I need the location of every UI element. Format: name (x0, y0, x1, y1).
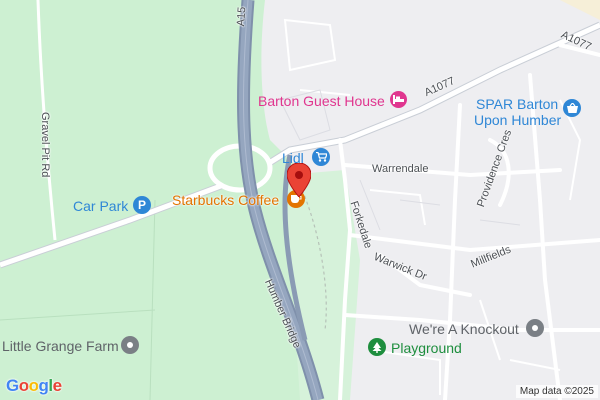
logo-letter: g (38, 376, 49, 395)
place-label-barton-guest-house[interactable]: Barton Guest House (258, 94, 385, 108)
road-label-a15: A15 (235, 6, 249, 27)
parking-icon[interactable]: P (133, 196, 151, 214)
shopping-basket-icon[interactable] (563, 99, 581, 117)
bed-icon[interactable] (390, 91, 407, 108)
place-label-spar-line2[interactable]: Upon Humber (474, 113, 561, 127)
place-label-spar-line1[interactable]: SPAR Barton (476, 97, 558, 111)
place-label-little-grange-farm[interactable]: Little Grange Farm (2, 339, 119, 353)
place-label-knockout[interactable]: We're A Knockout (409, 322, 519, 336)
google-logo: Google (6, 376, 62, 396)
logo-letter: o (28, 376, 39, 395)
road-label-gravel-pit-rd: Gravel Pit Rd (39, 112, 51, 178)
location-pin-icon[interactable] (286, 162, 312, 198)
generic-poi-icon[interactable] (526, 319, 544, 337)
logo-letter: e (52, 376, 62, 395)
map-attribution[interactable]: Map data ©2025 (515, 385, 598, 398)
place-label-car-park[interactable]: Car Park (73, 199, 128, 213)
logo-letter: o (18, 376, 29, 395)
map-canvas[interactable]: A15 A1077 A1077 Gravel Pit Rd Warrendale… (0, 0, 600, 400)
road-label-warrendale: Warrendale (372, 163, 429, 175)
logo-letter: G (6, 376, 19, 395)
shopping-cart-icon[interactable] (312, 148, 330, 166)
place-label-starbucks[interactable]: Starbucks Coffee (172, 193, 279, 207)
place-label-playground[interactable]: Playground (391, 341, 462, 355)
tree-icon[interactable] (368, 338, 386, 356)
generic-poi-icon[interactable] (121, 336, 139, 354)
